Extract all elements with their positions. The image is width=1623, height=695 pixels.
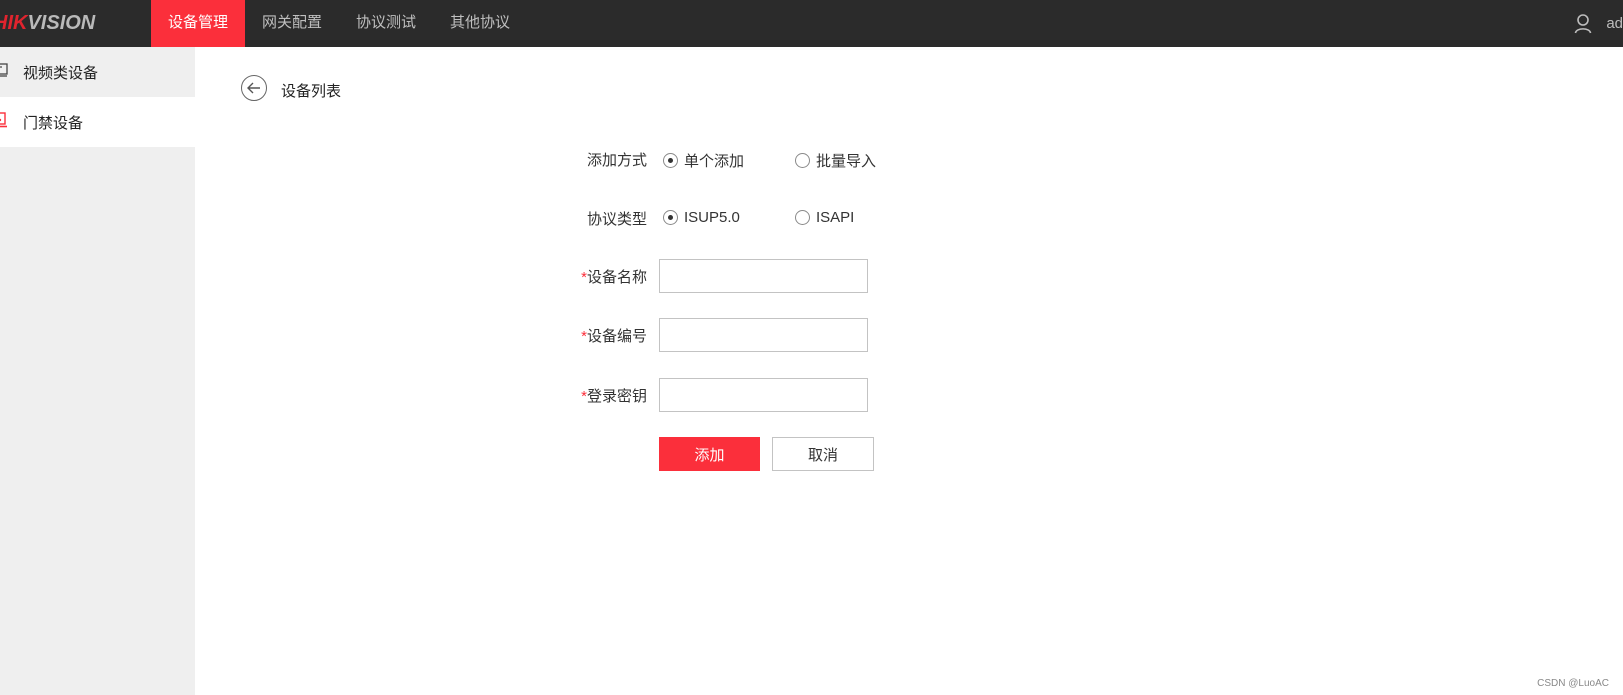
login-key-label: *登录密钥 [537,385,647,406]
arrow-left-icon [247,82,260,94]
radio-label: 单个添加 [684,153,745,170]
nav-protocol-test[interactable]: 协议测试 [339,0,433,47]
device-name-label: *设备名称 [537,266,647,287]
nav-device-management[interactable]: 设备管理 [151,0,246,47]
cancel-button[interactable]: 取消 [772,437,874,471]
top-bar: HIKVISION 设备管理 网关配置 协议测试 其他协议 ad [0,0,1623,47]
protocol-type-label: 协议类型 [586,211,647,228]
page-title: 设备列表 [281,83,342,100]
sidebar: 视频类设备 门禁设备 [0,47,195,695]
sidebar-item-door-access[interactable]: 门禁设备 [0,97,195,147]
sidebar-item-label: 视频类设备 [23,64,99,82]
radio-unchecked-icon [795,210,810,225]
sidebar-item-video-devices[interactable]: 视频类设备 [0,47,195,97]
device-number-input[interactable] [659,318,868,352]
nav-other-protocols[interactable]: 其他协议 [433,0,527,47]
monitor-icon [0,63,8,77]
device-name-input[interactable] [659,259,868,293]
back-button[interactable] [241,75,267,101]
nav-gateway-config[interactable]: 网关配置 [245,0,339,47]
login-key-label-text: 登录密钥 [586,388,647,405]
radio-label: 批量导入 [816,153,877,170]
hikvision-logo: HIKVISION [0,9,95,37]
logo-text-gray: VISION [27,12,96,34]
sidebar-item-label: 门禁设备 [23,114,84,132]
door-access-icon [0,112,7,128]
radio-batch-import[interactable]: 批量导入 [795,150,876,171]
watermark: CSDN @LuoAC [1537,678,1609,689]
radio-label: ISAPI [816,209,855,226]
radio-isapi[interactable]: ISAPI [795,209,854,226]
user-menu[interactable]: ad [1574,0,1623,47]
user-name: ad [1606,15,1623,32]
device-number-label-text: 设备编号 [586,328,647,345]
device-number-label: *设备编号 [537,325,647,346]
add-button[interactable]: 添加 [659,437,760,471]
logo-text-red: HIK [0,12,28,34]
radio-checked-icon [663,153,678,168]
add-method-label: 添加方式 [586,152,647,169]
user-icon [1575,13,1592,33]
radio-isup[interactable]: ISUP5.0 [663,209,740,226]
radio-single-add[interactable]: 单个添加 [663,150,744,171]
login-key-input[interactable] [659,378,868,412]
radio-unchecked-icon [795,153,810,168]
device-name-label-text: 设备名称 [586,269,647,286]
radio-label: ISUP5.0 [684,209,740,226]
radio-checked-icon [663,210,678,225]
main-nav: 设备管理 网关配置 协议测试 其他协议 [151,0,527,47]
